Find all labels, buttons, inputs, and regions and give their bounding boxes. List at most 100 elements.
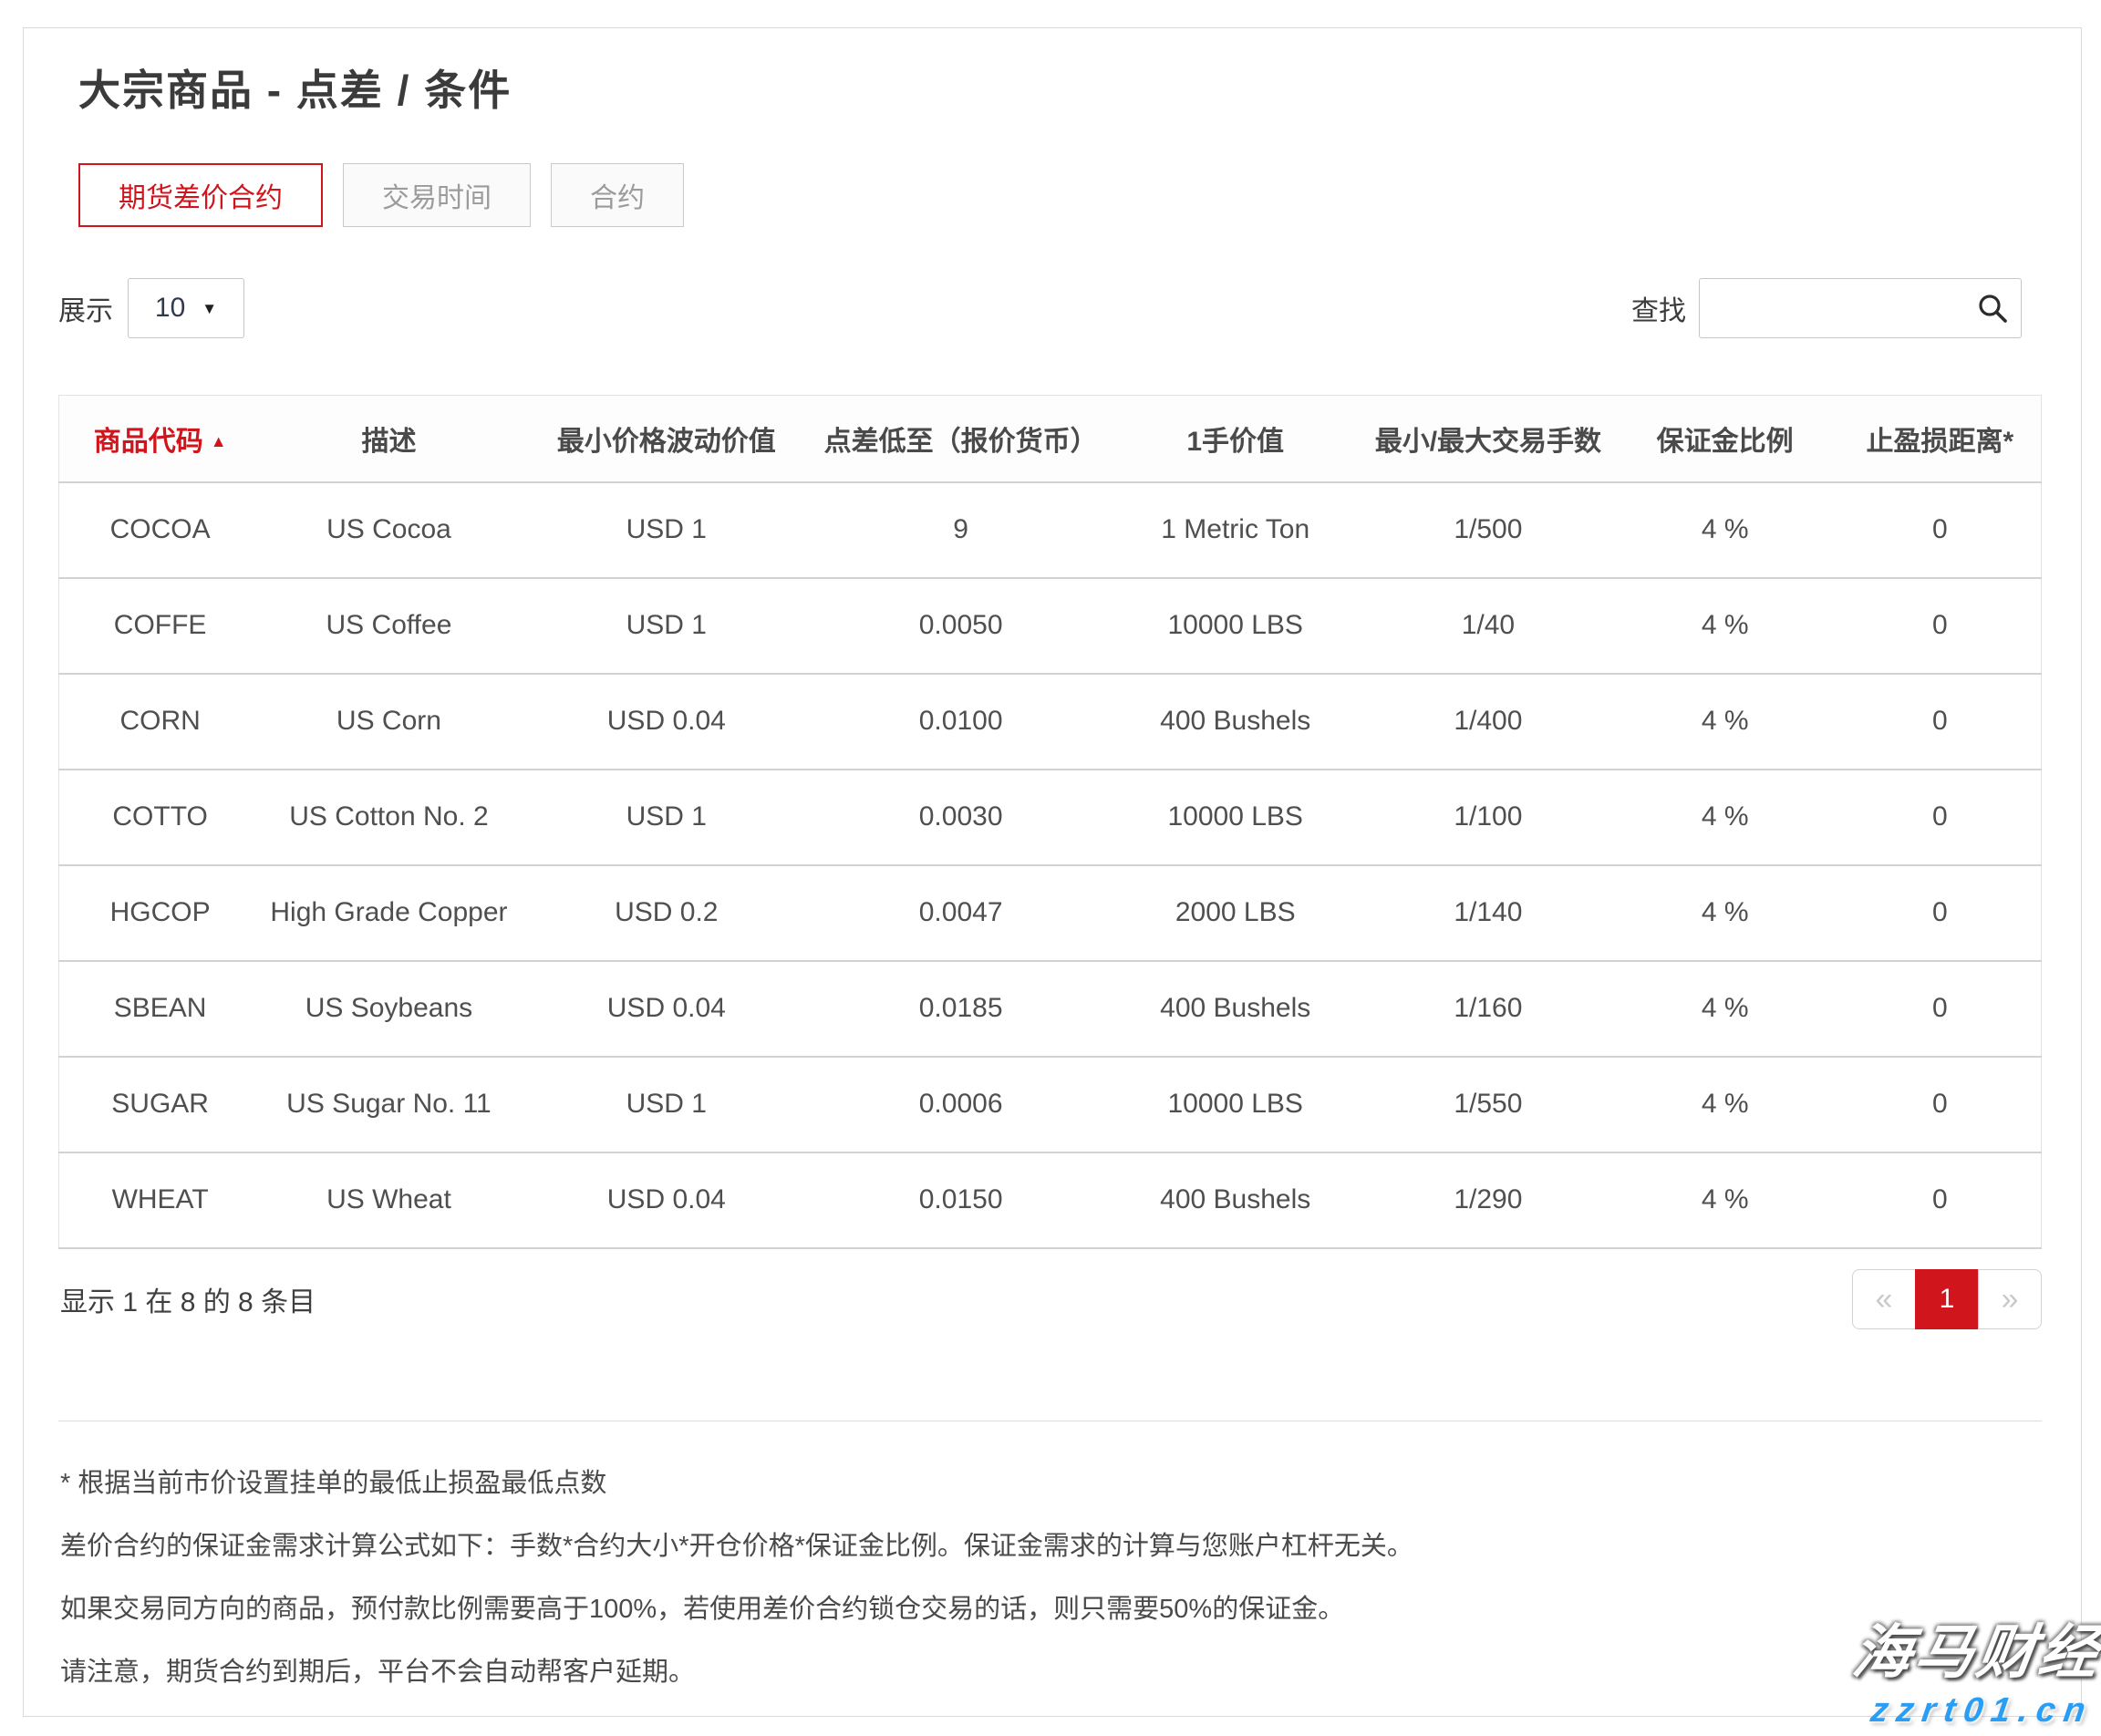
chevron-down-icon: ▼: [202, 301, 217, 316]
pagination: « 1 »: [1852, 1269, 2042, 1329]
pagination-next-button[interactable]: »: [1978, 1269, 2042, 1329]
entries-summary: 显示 1 在 8 的 8 条目: [60, 1279, 316, 1319]
cell-stop-distance: 0: [1839, 1152, 2042, 1248]
cell-lot-value: 400 Bushels: [1105, 1152, 1365, 1248]
cell-stop-distance: 0: [1839, 578, 2042, 674]
column-header-spread[interactable]: 点差低至（报价货币）: [816, 396, 1105, 482]
cell-min-max-lots: 1/290: [1365, 1152, 1611, 1248]
cell-lot-value: 400 Bushels: [1105, 961, 1365, 1057]
watermark-url: zzrt01.cn: [1842, 1691, 2096, 1731]
cell-description: US Coffee: [261, 578, 516, 674]
cell-symbol: HGCOP: [59, 865, 262, 961]
table-row: SBEAN US Soybeans USD 0.04 0.0185 400 Bu…: [59, 961, 2042, 1057]
commodities-table: 商品代码 ▲ 描述 最小价格波动价值 点差低至（报价货币） 1手价值 最小/最大交…: [58, 395, 2042, 1249]
cell-lot-value: 10000 LBS: [1105, 578, 1365, 674]
cell-tick-value: USD 0.04: [517, 674, 816, 770]
cell-margin-ratio: 4 %: [1611, 578, 1839, 674]
pagination-page-1-button[interactable]: 1: [1915, 1269, 1979, 1329]
column-header-description[interactable]: 描述: [261, 396, 516, 482]
footnote: 如果交易同方向的商品，预付款比例需要高于100%，若使用差价合约锁仓交易的话，则…: [60, 1589, 2042, 1629]
cell-margin-ratio: 4 %: [1611, 770, 1839, 865]
cell-spread: 0.0185: [816, 961, 1105, 1057]
show-label: 展示: [58, 288, 113, 328]
tab-bar: 期货差价合约 交易时间 合约: [78, 163, 2042, 227]
cell-spread: 9: [816, 482, 1105, 578]
table-header-row: 商品代码 ▲ 描述 最小价格波动价值 点差低至（报价货币） 1手价值 最小/最大交…: [59, 396, 2042, 482]
cell-min-max-lots: 1/40: [1365, 578, 1611, 674]
cell-description: US Corn: [261, 674, 516, 770]
table-row: CORN US Corn USD 0.04 0.0100 400 Bushels…: [59, 674, 2042, 770]
cell-spread: 0.0150: [816, 1152, 1105, 1248]
cell-stop-distance: 0: [1839, 482, 2042, 578]
table-row: HGCOP High Grade Copper USD 0.2 0.0047 2…: [59, 865, 2042, 961]
column-header-label: 商品代码: [94, 427, 203, 457]
tab-contracts[interactable]: 合约: [551, 163, 684, 227]
column-header-tick-value[interactable]: 最小价格波动价值: [517, 396, 816, 482]
cell-symbol: CORN: [59, 674, 262, 770]
cell-lot-value: 400 Bushels: [1105, 674, 1365, 770]
cell-stop-distance: 0: [1839, 961, 2042, 1057]
cell-symbol: WHEAT: [59, 1152, 262, 1248]
column-header-min-max-lots[interactable]: 最小/最大交易手数: [1365, 396, 1611, 482]
cell-tick-value: USD 0.04: [517, 1152, 816, 1248]
search-box: [1699, 278, 2022, 338]
cell-min-max-lots: 1/550: [1365, 1057, 1611, 1152]
cell-description: US Wheat: [261, 1152, 516, 1248]
table-row: WHEAT US Wheat USD 0.04 0.0150 400 Bushe…: [59, 1152, 2042, 1248]
column-header-lot-value[interactable]: 1手价值: [1105, 396, 1365, 482]
cell-margin-ratio: 4 %: [1611, 1152, 1839, 1248]
cell-margin-ratio: 4 %: [1611, 674, 1839, 770]
cell-tick-value: USD 1: [517, 1057, 816, 1152]
cell-spread: 0.0100: [816, 674, 1105, 770]
page-size-select[interactable]: 10 ▼: [128, 278, 244, 338]
cell-description: US Sugar No. 11: [261, 1057, 516, 1152]
tab-trading-hours[interactable]: 交易时间: [343, 163, 531, 227]
cell-min-max-lots: 1/400: [1365, 674, 1611, 770]
footnote: * 根据当前市价设置挂单的最低止损盈最低点数: [60, 1463, 2042, 1504]
cell-symbol: SBEAN: [59, 961, 262, 1057]
footnote: 差价合约的保证金需求计算公式如下：手数*合约大小*开仓价格*保证金比例。保证金需…: [60, 1526, 2042, 1566]
cell-tick-value: USD 0.04: [517, 961, 816, 1057]
cell-lot-value: 1 Metric Ton: [1105, 482, 1365, 578]
cell-spread: 0.0050: [816, 578, 1105, 674]
cell-description: US Cocoa: [261, 482, 516, 578]
search-label: 查找: [1631, 288, 1686, 328]
table-row: SUGAR US Sugar No. 11 USD 1 0.0006 10000…: [59, 1057, 2042, 1152]
pagination-prev-button[interactable]: «: [1852, 1269, 1916, 1329]
column-header-stop-distance[interactable]: 止盈损距离*: [1839, 396, 2042, 482]
cell-margin-ratio: 4 %: [1611, 961, 1839, 1057]
cell-symbol: SUGAR: [59, 1057, 262, 1152]
cell-margin-ratio: 4 %: [1611, 865, 1839, 961]
table-footer: 显示 1 在 8 的 8 条目 « 1 »: [58, 1269, 2042, 1329]
column-header-symbol[interactable]: 商品代码 ▲: [59, 396, 262, 482]
cell-description: US Cotton No. 2: [261, 770, 516, 865]
table-controls: 展示 10 ▼ 查找: [58, 278, 2042, 338]
sort-asc-icon: ▲: [211, 432, 227, 450]
watermark: 海马财经 zzrt01.cn: [1842, 1606, 2101, 1731]
cell-symbol: COTTO: [59, 770, 262, 865]
cell-spread: 0.0006: [816, 1057, 1105, 1152]
search-input[interactable]: [1699, 278, 2022, 338]
cell-stop-distance: 0: [1839, 1057, 2042, 1152]
cell-stop-distance: 0: [1839, 865, 2042, 961]
column-header-margin-ratio[interactable]: 保证金比例: [1611, 396, 1839, 482]
table-row: COTTO US Cotton No. 2 USD 1 0.0030 10000…: [59, 770, 2042, 865]
page-title: 大宗商品 - 点差 / 条件: [78, 68, 2042, 112]
cell-margin-ratio: 4 %: [1611, 1057, 1839, 1152]
page-size-group: 展示 10 ▼: [58, 278, 244, 338]
cell-tick-value: USD 1: [517, 770, 816, 865]
cell-lot-value: 10000 LBS: [1105, 770, 1365, 865]
cell-spread: 0.0030: [816, 770, 1105, 865]
cell-tick-value: USD 1: [517, 578, 816, 674]
cell-spread: 0.0047: [816, 865, 1105, 961]
table-row: COFFE US Coffee USD 1 0.0050 10000 LBS 1…: [59, 578, 2042, 674]
footnote: 请注意，期货合约到期后，平台不会自动帮客户延期。: [60, 1652, 2042, 1692]
tab-futures-cfd[interactable]: 期货差价合约: [78, 163, 323, 227]
cell-min-max-lots: 1/140: [1365, 865, 1611, 961]
search-group: 查找: [1631, 278, 2022, 338]
cell-stop-distance: 0: [1839, 674, 2042, 770]
table-row: COCOA US Cocoa USD 1 9 1 Metric Ton 1/50…: [59, 482, 2042, 578]
cell-stop-distance: 0: [1839, 770, 2042, 865]
cell-margin-ratio: 4 %: [1611, 482, 1839, 578]
cell-symbol: COFFE: [59, 578, 262, 674]
